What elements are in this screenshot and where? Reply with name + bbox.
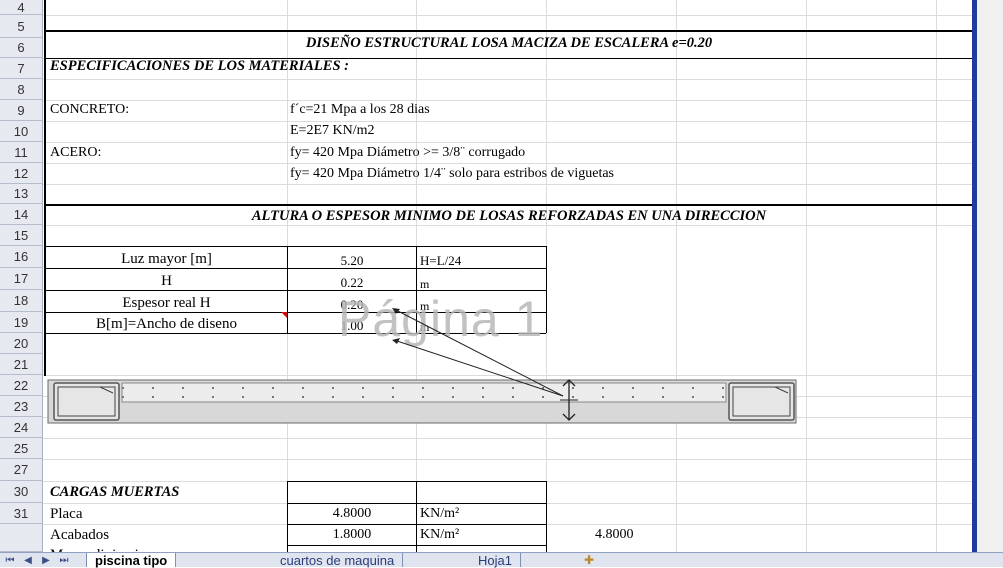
first-sheet-icon[interactable]: ⏮ <box>2 553 18 567</box>
slab-section <box>47 379 797 424</box>
slab-body <box>121 382 727 403</box>
load-unit: KN/m² <box>420 527 460 542</box>
load-extra-value: 4.8000 <box>595 527 634 542</box>
sheet-tab-bar: ⏮ ◀ ▶ ⏭ piscina tipo cuartos de maquina … <box>0 552 1003 568</box>
tab-hoja1[interactable]: Hoja1 <box>470 552 521 568</box>
left-beam <box>53 382 120 421</box>
vertical-scrollbar[interactable] <box>977 0 1003 552</box>
load-label: Placa <box>50 506 83 522</box>
last-sheet-icon[interactable]: ⏭ <box>56 553 72 567</box>
table-border <box>546 481 547 552</box>
right-beam <box>728 382 795 421</box>
prev-sheet-icon[interactable]: ◀ <box>20 553 36 567</box>
tab-label: piscina tipo <box>95 552 168 568</box>
arrowhead-icon <box>392 338 400 344</box>
insert-sheet-icon[interactable]: ✚ <box>578 553 600 567</box>
next-sheet-icon[interactable]: ▶ <box>38 553 54 567</box>
tab-piscina-tipo[interactable]: piscina tipo <box>86 552 177 568</box>
table-border <box>416 481 417 552</box>
tab-label: Hoja1 <box>478 552 512 568</box>
load-value: 4.8000 <box>332 506 372 521</box>
load-unit: KN/m² <box>420 506 460 521</box>
tab-label: cuartos de maquina <box>280 552 395 568</box>
load-label: Acabados <box>50 527 110 543</box>
spreadsheet[interactable]: 4 5 6 7 8 9 10 11 12 13 14 15 16 17 18 1… <box>0 0 1003 566</box>
load-value: 1.8000 <box>332 527 372 542</box>
tab-cuartos-de-maquina[interactable]: cuartos de maquina <box>272 552 404 568</box>
dead-loads-heading: CARGAS MUERTAS <box>50 484 180 500</box>
